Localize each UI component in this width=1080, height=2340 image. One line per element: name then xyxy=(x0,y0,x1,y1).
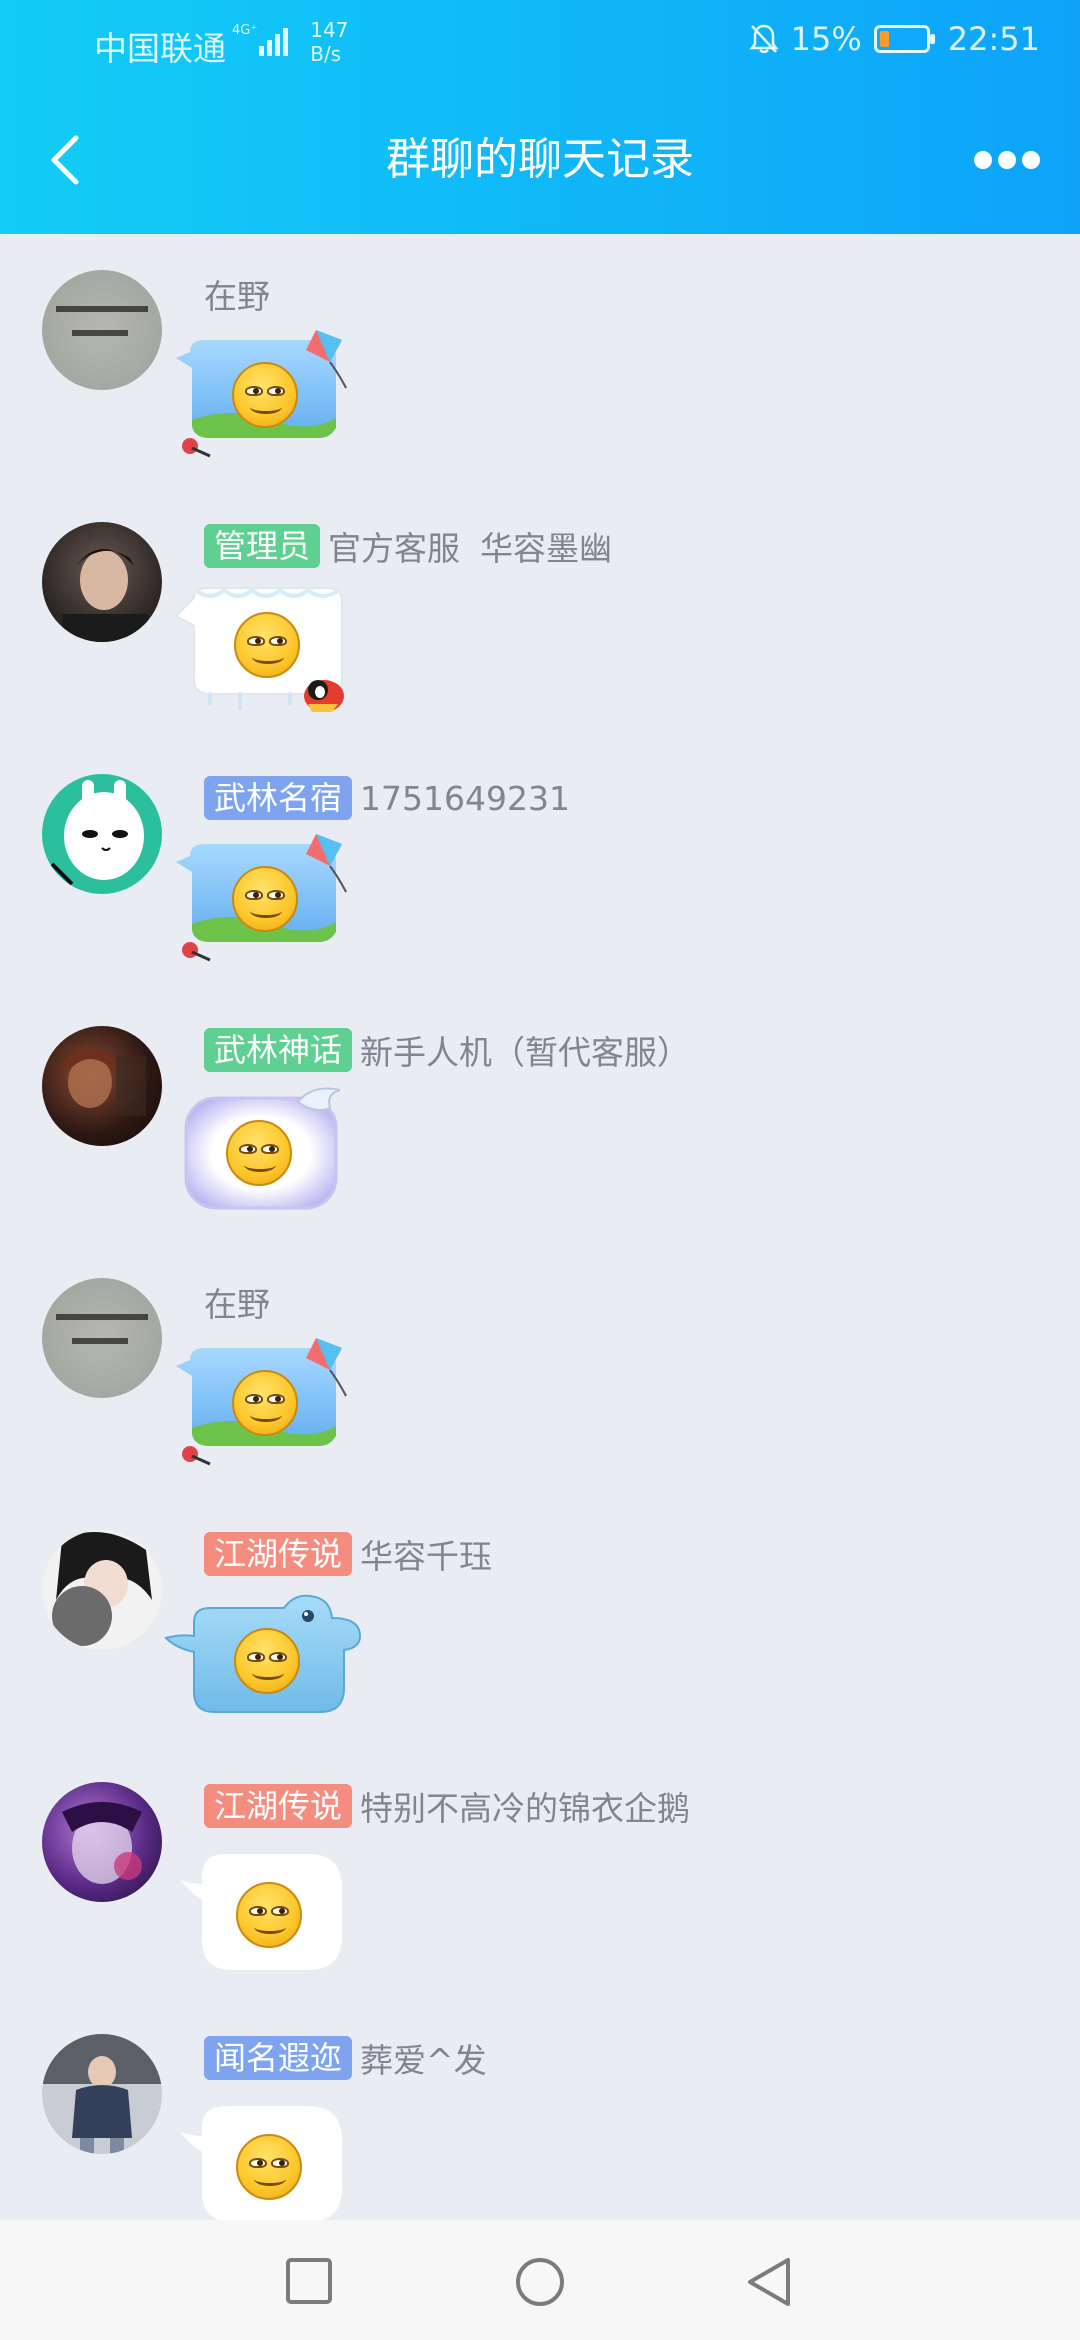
bell-muted-icon xyxy=(749,24,779,54)
avatar[interactable] xyxy=(42,2034,162,2154)
chat-message: 江湖传说 特别不高冷的锦衣企鹅 xyxy=(0,1746,1080,1998)
sender-line: 江湖传说 华容千珏 xyxy=(204,1530,512,1578)
more-options-button[interactable] xyxy=(974,136,1040,184)
sender-line: 闻名遐迩 葬爱^发 xyxy=(204,2034,507,2082)
system-back-button[interactable] xyxy=(744,2256,794,2312)
smiley-emoji-icon xyxy=(236,1882,302,1948)
app-header: 中国联通 4G⁺ 147 B/s 15% 22:51 群聊的聊天记录 xyxy=(0,0,1080,234)
smiley-emoji-icon xyxy=(232,362,298,428)
system-navigation-bar xyxy=(0,2220,1080,2340)
chat-message: 江湖传说 华容千珏 xyxy=(0,1494,1080,1746)
avatar[interactable] xyxy=(42,1278,162,1398)
avatar[interactable] xyxy=(42,1782,162,1902)
smiley-emoji-icon xyxy=(232,866,298,932)
sender-name: 1751649231 xyxy=(360,778,570,818)
chat-message: 闻名遐迩 葬爱^发 xyxy=(0,1998,1080,2220)
rank-badge: 管理员 xyxy=(204,524,321,568)
avatar[interactable] xyxy=(42,522,162,642)
sticker-message[interactable] xyxy=(180,1084,380,1224)
sender-name: 在野 xyxy=(204,1285,270,1324)
sticker-message[interactable] xyxy=(176,2092,376,2220)
chat-message: 武林神话 新手人机（暂代客服） xyxy=(0,990,1080,1242)
chat-message: 管理员 官方客服 华容墨幽 xyxy=(0,486,1080,738)
sender-name: 葬爱^发 xyxy=(360,2041,487,2080)
rank-badge: 武林名宿 xyxy=(204,776,353,820)
sticker-message[interactable] xyxy=(170,328,370,468)
smiley-emoji-icon xyxy=(234,1628,300,1694)
smiley-emoji-icon xyxy=(232,1370,298,1436)
chat-message: 在野 xyxy=(0,234,1080,486)
sender-name: 特别不高冷的锦衣企鹅 xyxy=(360,1789,691,1828)
battery-percent: 15% xyxy=(790,20,862,58)
page-title: 群聊的聊天记录 xyxy=(386,134,694,185)
sticker-message[interactable] xyxy=(176,1840,376,1980)
sender-name: 新手人机（暂代客服） xyxy=(360,1033,691,1072)
network-speed-unit: B/s xyxy=(310,42,342,66)
sender-name: 官方客服 xyxy=(328,529,461,568)
carrier-name: 中国联通 xyxy=(94,29,226,68)
rank-badge: 武林神话 xyxy=(204,1028,353,1072)
triangle-back-icon xyxy=(748,2258,790,2306)
sticker-message[interactable] xyxy=(170,832,370,972)
avatar[interactable] xyxy=(42,1026,162,1146)
sender-name: 在野 xyxy=(204,277,270,316)
signal-strength-icon xyxy=(259,22,289,56)
sticker-message[interactable] xyxy=(170,1336,370,1476)
status-bar: 中国联通 4G⁺ 147 B/s 15% 22:51 xyxy=(0,0,1080,84)
sender-line: 在野 xyxy=(204,1278,290,1326)
network-speed: 147 B/s xyxy=(310,18,348,66)
chat-message: 武林名宿 1751649231 xyxy=(0,738,1080,990)
smiley-emoji-icon xyxy=(234,612,300,678)
chat-message: 在野 xyxy=(0,1242,1080,1494)
rank-badge: 江湖传说 xyxy=(204,1784,353,1828)
avatar[interactable] xyxy=(42,1530,162,1650)
avatar[interactable] xyxy=(42,270,162,390)
rank-badge: 江湖传说 xyxy=(204,1532,353,1576)
circle-home-icon xyxy=(516,2258,564,2306)
sender-line: 武林名宿 1751649231 xyxy=(204,774,590,822)
more-dots-icon xyxy=(974,151,992,169)
sender-line: 管理员 官方客服 华容墨幽 xyxy=(204,522,632,570)
smiley-emoji-icon xyxy=(226,1120,292,1186)
network-type-tag: 4G⁺ xyxy=(232,23,258,38)
sender-line: 江湖传说 特别不高冷的锦衣企鹅 xyxy=(204,1782,710,1830)
sticker-message[interactable] xyxy=(164,1588,364,1728)
title-bar: 群聊的聊天记录 xyxy=(0,110,1080,210)
home-button[interactable] xyxy=(514,2256,566,2312)
sticker-message[interactable] xyxy=(170,580,370,720)
battery-icon xyxy=(873,25,935,53)
status-right: 15% 22:51 xyxy=(749,20,1040,58)
network-speed-value: 147 xyxy=(310,18,349,42)
chat-history-list[interactable]: 在野 管理员 官方客服 华容墨幽 武林名宿 1751649231 武林神话 新手… xyxy=(0,234,1080,2220)
rank-badge: 闻名遐迩 xyxy=(204,2036,353,2080)
sender-group-title: 华容墨幽 xyxy=(480,529,613,568)
sender-line: 武林神话 新手人机（暂代客服） xyxy=(204,1026,710,1074)
avatar[interactable] xyxy=(42,774,162,894)
sender-name: 华容千珏 xyxy=(360,1537,493,1576)
square-recents-icon xyxy=(286,2258,332,2304)
status-left: 中国联通 4G⁺ 147 B/s xyxy=(94,18,348,70)
sender-line: 在野 xyxy=(204,270,290,318)
smiley-emoji-icon xyxy=(236,2134,302,2200)
clock-time: 22:51 xyxy=(947,20,1040,58)
recents-button[interactable] xyxy=(284,2256,334,2310)
